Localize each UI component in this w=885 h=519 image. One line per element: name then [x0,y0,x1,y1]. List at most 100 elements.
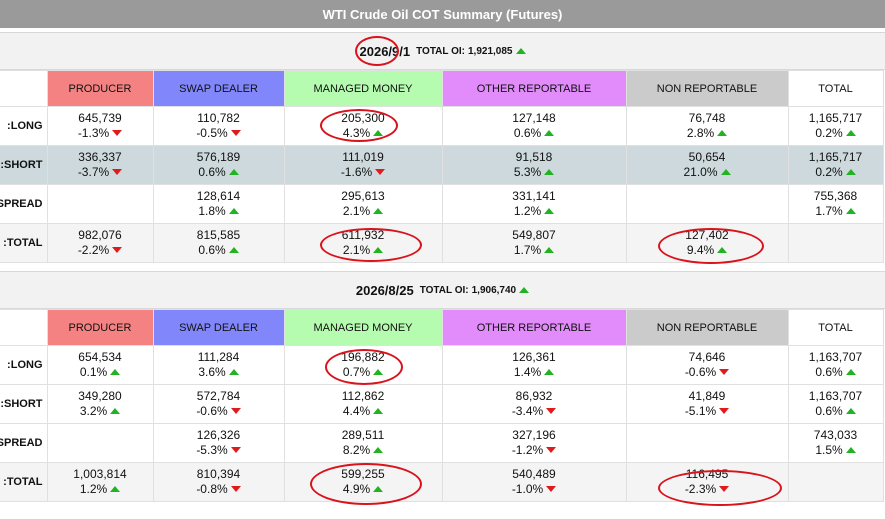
row-label: LONG: [0,106,48,146]
total-oi-label: TOTAL OI: [416,45,465,57]
col-header-managed-money: MANAGED MONEY [283,70,443,107]
cot-block-current: 2026/9/1 TOTAL OI: 1,921,085 PRODUCER SW… [0,32,885,263]
percent-change-text: 1.7% [815,204,843,218]
position-value: 331,141 [512,189,556,203]
data-cell [625,184,789,224]
table-row-long: LONG: 654,534 0.1% 111,284 3.6% 196,882 0.7% 12… [0,345,884,385]
percent-change-text: -0.6% [684,365,717,379]
percent-change-text: -1.6% [340,165,373,179]
percent-change-text: 1.8% [198,204,226,218]
page-title: WTI Crude Oil COT Summary (Futures) [0,0,885,28]
percent-change-text: -3.7% [77,165,110,179]
row-label: SHORT: [0,384,48,424]
data-cell: 327,196 -1.2% [441,423,627,463]
percent-change-text: -1.2% [511,443,544,457]
percent-change: 1.7% [443,243,626,258]
percent-change: 1.4% [443,365,626,380]
position-value: 76,748 [688,111,726,125]
percent-change: 0.6% [154,243,284,258]
data-cell: 41,849 -5.1% [625,384,789,424]
block-header: 2026/8/25 TOTAL OI: 1,906,740 [0,271,885,309]
position-value: 126,361 [512,350,556,364]
red-down-triangle-icon [230,486,241,492]
data-cell: 611,932 2.1% [283,223,443,263]
data-cell: 289,511 8.2% [283,423,443,463]
data-cell: 127,402 9.4% [625,223,789,263]
percent-change: 4.9% [285,482,442,497]
green-up-triangle-icon [373,369,384,375]
position-value: 289,511 [341,428,385,442]
data-cell: 540,489 -1.0% [441,462,627,502]
data-cell: 549,807 1.7% [441,223,627,263]
position-value: 50,654 [688,150,726,164]
position-value: 1,163,707 [808,350,863,364]
percent-change-text: 2.1% [342,243,371,257]
percent-change: -1.3% [48,126,153,141]
cot-table: PRODUCER SWAP DEALER MANAGED MONEY OTHER… [0,70,884,263]
position-value: 654,534 [78,350,122,364]
percent-change-text: 0.6% [198,243,226,257]
row-label: TOTAL: [0,462,48,502]
col-header-other-reportable: OTHER REPORTABLE [441,309,627,346]
red-down-triangle-icon [112,247,123,253]
data-cell: 1,163,707 0.6% [787,384,884,424]
green-up-triangle-icon [373,447,384,453]
green-up-triangle-icon [544,169,555,175]
green-up-triangle-icon [228,169,239,175]
green-up-triangle-icon [544,130,555,136]
percent-change: 0.6% [443,126,626,141]
position-value: 743,033 [813,428,858,442]
percent-change-text: 0.2% [815,165,843,179]
data-cell: 74,646 -0.6% [625,345,789,385]
green-up-triangle-icon [845,369,856,375]
data-cell: 755,368 1.7% [787,184,884,224]
position-value: 112,862 [341,389,385,403]
data-cell: 982,076 -2.2% [46,223,154,263]
data-cell: 110,782 -0.5% [152,106,285,146]
percent-change-text: 1.7% [513,243,542,257]
total-oi-value: 1,906,740 [471,284,517,296]
data-cell: 1,003,814 1.2% [46,462,154,502]
total-oi-label: TOTAL OI: [419,284,469,296]
percent-change-text: 9.4% [686,243,715,257]
percent-change-text: 0.6% [815,404,843,418]
data-cell: 111,284 3.6% [152,345,285,385]
percent-change-text: -3.4% [511,404,544,418]
total-oi-value: 1,921,085 [468,45,513,57]
percent-change: 0.6% [154,165,284,180]
percent-change: 3.6% [154,365,284,380]
percent-change-text: 5.3% [513,165,542,179]
percent-change-text: 8.2% [342,443,371,457]
position-value: 126,326 [196,428,241,442]
position-value: 74,646 [688,350,726,364]
red-down-triangle-icon [375,169,386,175]
red-down-triangle-icon [546,447,557,453]
percent-change: -5.1% [627,404,788,419]
percent-change-text: -1.0% [511,482,544,496]
green-up-triangle-icon [544,369,555,375]
data-cell [625,423,789,463]
position-value: 1,165,717 [808,150,863,164]
data-cell: 76,748 2.8% [625,106,789,146]
data-cell: 645,739 -1.3% [46,106,154,146]
percent-change-text: -0.6% [196,404,228,418]
green-up-triangle-icon [845,208,856,214]
percent-change: 1.8% [154,204,284,219]
position-value: 127,402 [685,228,729,242]
corner-cell [0,309,48,346]
percent-change: 1.7% [789,204,883,219]
green-up-triangle-icon [717,130,728,136]
data-cell: 116,495 -2.3% [625,462,789,502]
data-cell: 126,361 1.4% [441,345,627,385]
position-value: 336,337 [78,150,122,164]
data-cell: 128,614 1.8% [152,184,285,224]
col-header-managed-money: MANAGED MONEY [283,309,443,346]
position-value: 205,300 [341,111,385,125]
green-up-triangle-icon [845,447,856,453]
data-cell: 331,141 1.2% [441,184,627,224]
red-down-triangle-icon [719,369,730,375]
table-row-total: TOTAL: 982,076 -2.2% 815,585 0.6% 611,932 2.1%… [0,223,884,263]
percent-change-text: 21.0% [683,165,718,179]
percent-change-text: -2.2% [77,243,110,257]
percent-change: 0.7% [285,365,442,380]
